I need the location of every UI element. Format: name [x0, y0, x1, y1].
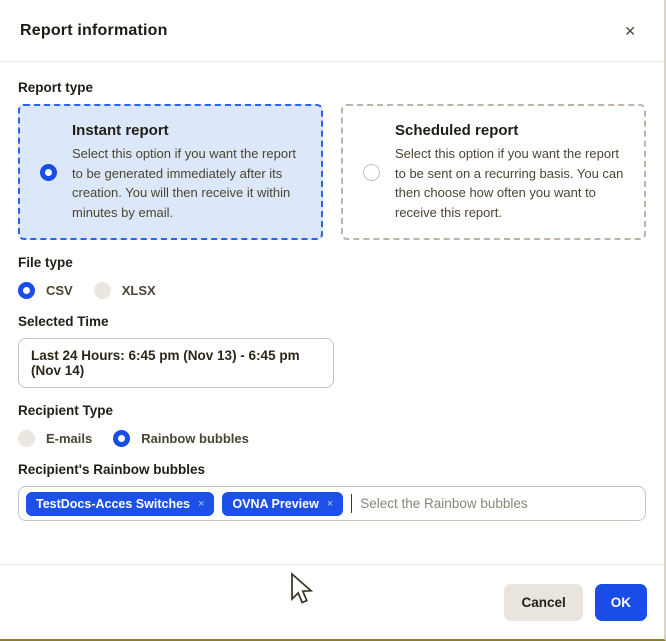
radio-unselected-icon[interactable]: [94, 282, 111, 299]
chip-label: OVNA Preview: [232, 497, 318, 511]
emails-label: E-mails: [46, 431, 92, 446]
dialog-content: Report type Instant report Select this o…: [0, 62, 664, 521]
instant-report-text: Instant report Select this option if you…: [72, 122, 307, 222]
close-icon[interactable]: ✕: [616, 20, 644, 42]
scheduled-report-description: Select this option if you want the repor…: [395, 144, 630, 222]
scheduled-report-title: Scheduled report: [395, 122, 630, 139]
chip-label: TestDocs-Acces Switches: [36, 497, 190, 511]
report-type-cards: Instant report Select this option if you…: [18, 104, 646, 240]
report-type-label: Report type: [18, 80, 646, 95]
dialog-header: Report information ✕: [0, 0, 664, 62]
file-type-label: File type: [18, 255, 646, 270]
scheduled-report-text: Scheduled report Select this option if y…: [395, 122, 630, 222]
file-type-options: CSV XLSX: [18, 282, 646, 299]
instant-report-title: Instant report: [72, 122, 307, 139]
recipient-option-emails[interactable]: E-mails: [18, 430, 92, 447]
radio-selected-icon[interactable]: [40, 164, 57, 181]
report-information-dialog: Report information ✕ Report type Instant…: [0, 0, 666, 641]
csv-label: CSV: [46, 283, 73, 298]
chip-testdocs-acces-switches: TestDocs-Acces Switches ×: [26, 492, 214, 516]
radio-selected-icon[interactable]: [113, 430, 130, 447]
report-type-option-instant[interactable]: Instant report Select this option if you…: [18, 104, 323, 240]
recipient-type-label: Recipient Type: [18, 403, 646, 418]
dialog-title: Report information: [20, 22, 168, 40]
file-type-option-csv[interactable]: CSV: [18, 282, 73, 299]
xlsx-label: XLSX: [122, 283, 156, 298]
recipient-bubbles-label: Recipient's Rainbow bubbles: [18, 462, 646, 477]
radio-unselected-icon[interactable]: [363, 164, 380, 181]
text-cursor: [351, 494, 352, 513]
chip-remove-icon[interactable]: ×: [327, 498, 333, 510]
instant-report-description: Select this option if you want the repor…: [72, 144, 307, 222]
rainbow-bubbles-multiselect[interactable]: TestDocs-Acces Switches × OVNA Preview ×: [18, 486, 646, 521]
dialog-footer: Cancel OK: [0, 564, 664, 639]
recipient-type-options: E-mails Rainbow bubbles: [18, 430, 646, 447]
radio-selected-icon[interactable]: [18, 282, 35, 299]
chip-ovna-preview: OVNA Preview ×: [222, 492, 343, 516]
report-type-option-scheduled[interactable]: Scheduled report Select this option if y…: [341, 104, 646, 240]
selected-time-label: Selected Time: [18, 314, 646, 329]
file-type-option-xlsx[interactable]: XLSX: [94, 282, 156, 299]
rainbow-bubbles-label: Rainbow bubbles: [141, 431, 249, 446]
chip-remove-icon[interactable]: ×: [198, 498, 204, 510]
radio-unselected-icon[interactable]: [18, 430, 35, 447]
time-range-picker[interactable]: Last 24 Hours: 6:45 pm (Nov 13) - 6:45 p…: [18, 338, 334, 388]
cancel-button[interactable]: Cancel: [504, 584, 582, 621]
ok-button[interactable]: OK: [595, 584, 647, 621]
rainbow-bubbles-search-input[interactable]: [360, 496, 638, 511]
recipient-option-rainbow-bubbles[interactable]: Rainbow bubbles: [113, 430, 249, 447]
